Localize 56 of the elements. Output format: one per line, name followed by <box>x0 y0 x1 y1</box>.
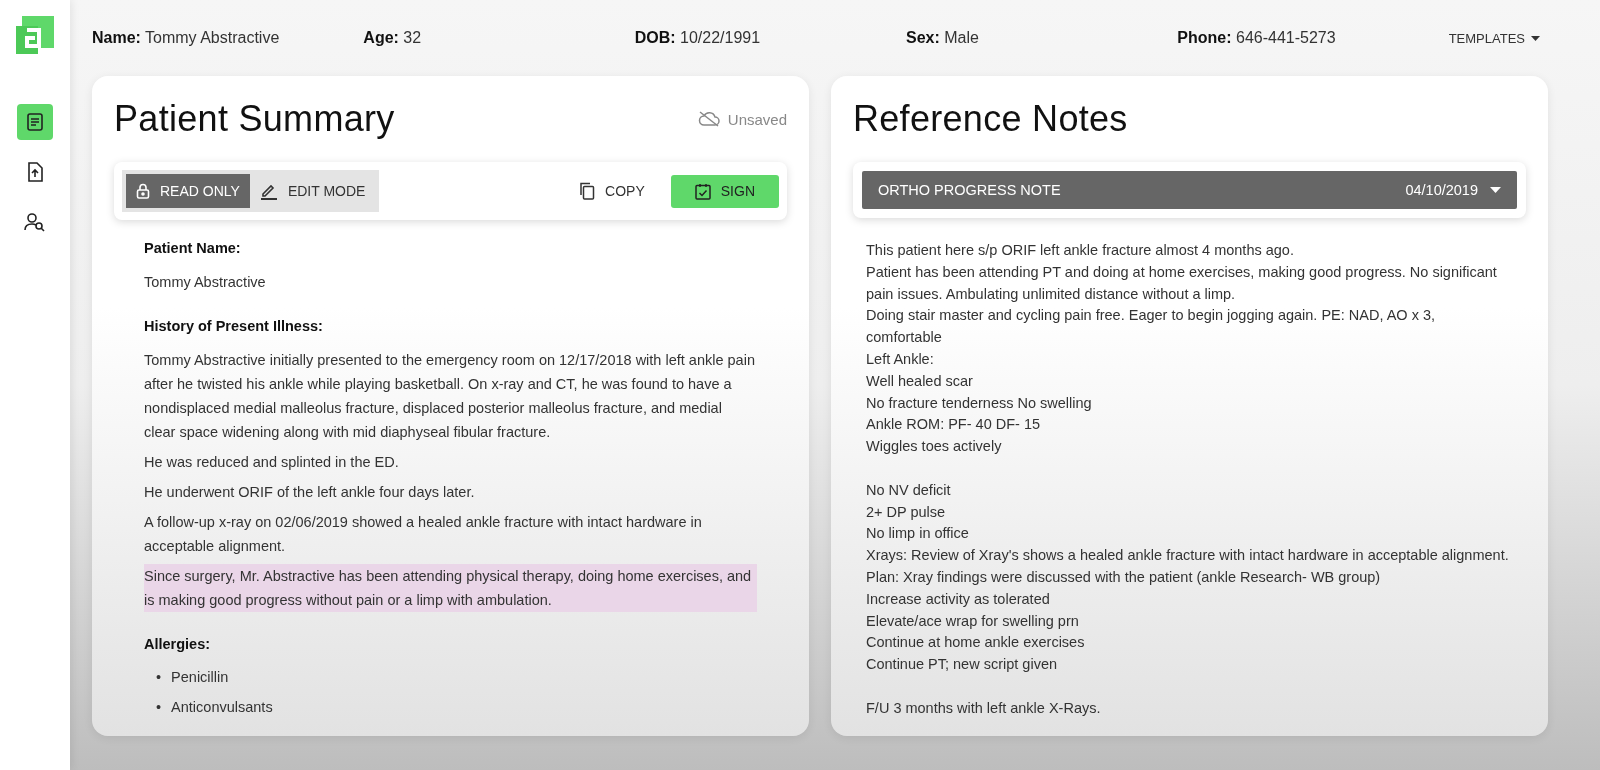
mode-tab[interactable]: READ ONLY <box>126 174 250 208</box>
note-line: Left Ankle: <box>866 350 935 369</box>
file-upload-icon <box>25 161 45 183</box>
patient-info-field: Sex: Male <box>906 29 979 46</box>
caret-icon <box>1490 187 1501 193</box>
paragraph: A follow-up x-ray on 02/06/2019 showed a healed ankle fracture with intact hardware in acceptable alignment. <box>144 513 703 556</box>
note-line: Increase activity as tolerated <box>866 589 1051 609</box>
copy-icon <box>579 182 596 200</box>
bullet-marker: • <box>156 698 162 717</box>
note-line: Xrays: Review of Xray's shows a healed ankle fracture with intact hardware in acceptable alignment. Plan: Xray findings were discussed with the patient (ankle Research- WB group) <box>866 546 1510 587</box>
patient-info-field: Age: 32 <box>363 29 422 46</box>
paragraph: Tommy Abstractive initially presented to the emergency room on 12/17/2018 with left ankle pain after he twisted his ankle while playing basketball. On x-ray and CT, he was found to have a nondisplaced medial malleolus fracture, displaced posterior malleolus fracture, and medial clear space widening along with mid diaphyseal fibular fracture. <box>144 351 756 442</box>
note-line: No fracture tenderness No swelling <box>866 393 1093 413</box>
card-title: Patient Summary <box>114 98 395 140</box>
copy-button[interactable]: COPY <box>561 174 663 208</box>
paragraph: He underwent ORIF of the left ankle four days later. <box>144 483 476 502</box>
nav-button[interactable] <box>17 104 53 140</box>
note-line: Elevate/ace wrap for swelling prn <box>866 611 1080 631</box>
templates-dropdown[interactable]: TEMPLATES <box>1448 30 1540 46</box>
lock-icon <box>136 183 150 199</box>
section-heading: Allergies: <box>144 636 212 652</box>
card-title: Reference Notes <box>853 98 1129 140</box>
list-item: Penicillin <box>171 668 229 687</box>
list-item: Anticonvulsants <box>171 698 273 717</box>
note-line: No NV deficit <box>866 480 952 500</box>
note-line: Doing stair master and cycling pain free. Eager to begin jogging again. PE: NAD, AO x 3, comfortable <box>866 306 1437 348</box>
patient-info-field: Name: Tommy Abstractive <box>92 29 280 46</box>
mode-tab[interactable]: EDIT MODE <box>249 174 376 208</box>
note-line: Ankle ROM: PF- 40 DF- 15 <box>866 415 1042 435</box>
note-line: Patient has been attending PT and doing at home exercises, making good progress. No significant pain issues. Ambulating unlimited distance without a limp. <box>866 262 1498 304</box>
highlighted-paragraph: Since surgery, Mr. Abstractive has been attending physical therapy, doing home exercises, and is making good progress without pain or a limp with ambulation. <box>144 564 757 612</box>
bullet-marker: • <box>156 668 162 687</box>
note-line: Continue PT; new script given <box>866 655 1058 675</box>
paragraph: Tommy Abstractive <box>144 273 267 292</box>
note-line: No limp in office <box>866 524 970 544</box>
document-icon <box>25 112 45 132</box>
caret-icon <box>1531 35 1540 41</box>
save-status: Unsaved <box>727 110 787 128</box>
app-logo <box>16 16 54 54</box>
clipboard-check-icon <box>694 182 711 200</box>
note-line: Continue at home ankle exercises <box>866 633 1086 653</box>
note-line: Well healed scar <box>866 371 974 391</box>
pen-icon <box>259 182 278 200</box>
section-heading: History of Present Illness: <box>144 318 324 334</box>
note-line: F/U 3 months with left ankle X-Rays. <box>866 698 1102 718</box>
note-dropdown[interactable]: ORTHO PROGRESS NOTE 04/10/2019 <box>862 171 1517 209</box>
section-heading: Patient Name: <box>144 240 242 256</box>
paragraph: He was reduced and splinted in the ED. <box>144 453 400 472</box>
note-line: Wiggles toes actively <box>866 437 1003 457</box>
patient-info-field: DOB: 10/22/1991 <box>634 29 761 46</box>
cloud-off-icon <box>697 111 720 127</box>
patient-info-field: Phone: 646-441-5273 <box>1177 29 1336 46</box>
user-search-icon <box>23 212 47 232</box>
note-line: This patient here s/p ORIF left ankle fracture almost 4 months ago. <box>866 241 1295 260</box>
sign-button[interactable]: SIGN <box>670 174 779 208</box>
note-line: 2+ DP pulse <box>866 502 947 522</box>
